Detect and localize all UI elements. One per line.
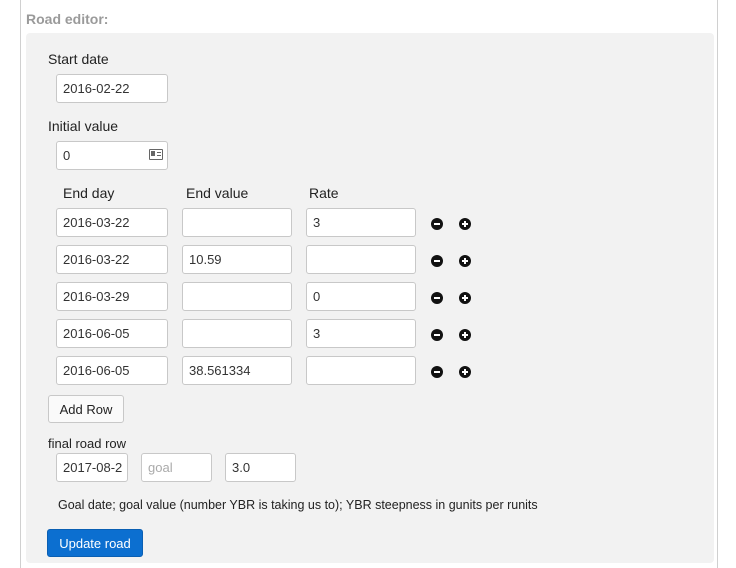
remove-row-button[interactable] [431,218,443,230]
rate-input[interactable]: 3 [306,208,416,237]
final-row-help-text: Goal date; goal value (number YBR is tak… [58,498,538,512]
end-day-input[interactable]: 2016-06-05 [56,356,168,385]
column-header-end-day: End day [63,185,115,201]
rate-input[interactable]: 3 [306,319,416,348]
remove-row-button[interactable] [431,366,443,378]
rate-input[interactable]: 0 [306,282,416,311]
initial-value-label: Initial value [48,118,119,134]
plus-circle-icon [464,258,466,264]
final-date-input[interactable]: 2017-08-2 [56,453,128,482]
start-date-label: Start date [48,51,109,67]
editor-title: Road editor: [26,11,109,27]
initial-value-input[interactable]: 0 [56,141,168,170]
add-row-button[interactable]: Add Row [48,395,124,423]
start-date-input[interactable]: 2016-02-22 [56,74,168,103]
end-day-input[interactable]: 2016-03-22 [56,208,168,237]
insert-row-button[interactable] [459,366,471,378]
insert-row-button[interactable] [459,255,471,267]
plus-circle-icon [464,295,466,301]
end-value-input[interactable] [182,319,292,348]
column-header-end-value: End value [186,185,249,201]
final-road-row-label: final road row [48,436,127,451]
end-value-input[interactable]: 38.561334 [182,356,292,385]
end-value-input[interactable] [182,208,292,237]
end-value-input[interactable]: 10.59 [182,245,292,274]
column-header-rate: Rate [309,185,339,201]
rate-input[interactable] [306,245,416,274]
update-road-button[interactable]: Update road [47,529,143,557]
minus-circle-icon [434,371,440,373]
insert-row-button[interactable] [459,218,471,230]
rate-input[interactable] [306,356,416,385]
initial-value-text: 0 [63,148,71,163]
end-day-input[interactable]: 2016-06-05 [56,319,168,348]
remove-row-button[interactable] [431,329,443,341]
insert-row-button[interactable] [459,292,471,304]
goal-value-input[interactable]: goal [141,453,212,482]
plus-circle-icon [464,221,466,227]
final-rate-input[interactable]: 3.0 [225,453,296,482]
end-day-input[interactable]: 2016-03-29 [56,282,168,311]
remove-row-button[interactable] [431,255,443,267]
insert-row-button[interactable] [459,329,471,341]
minus-circle-icon [434,334,440,336]
plus-circle-icon [464,369,466,375]
id-card-icon [149,149,163,160]
plus-circle-icon [464,332,466,338]
end-value-input[interactable] [182,282,292,311]
minus-circle-icon [434,297,440,299]
minus-circle-icon [434,260,440,262]
remove-row-button[interactable] [431,292,443,304]
minus-circle-icon [434,223,440,225]
end-day-input[interactable]: 2016-03-22 [56,245,168,274]
